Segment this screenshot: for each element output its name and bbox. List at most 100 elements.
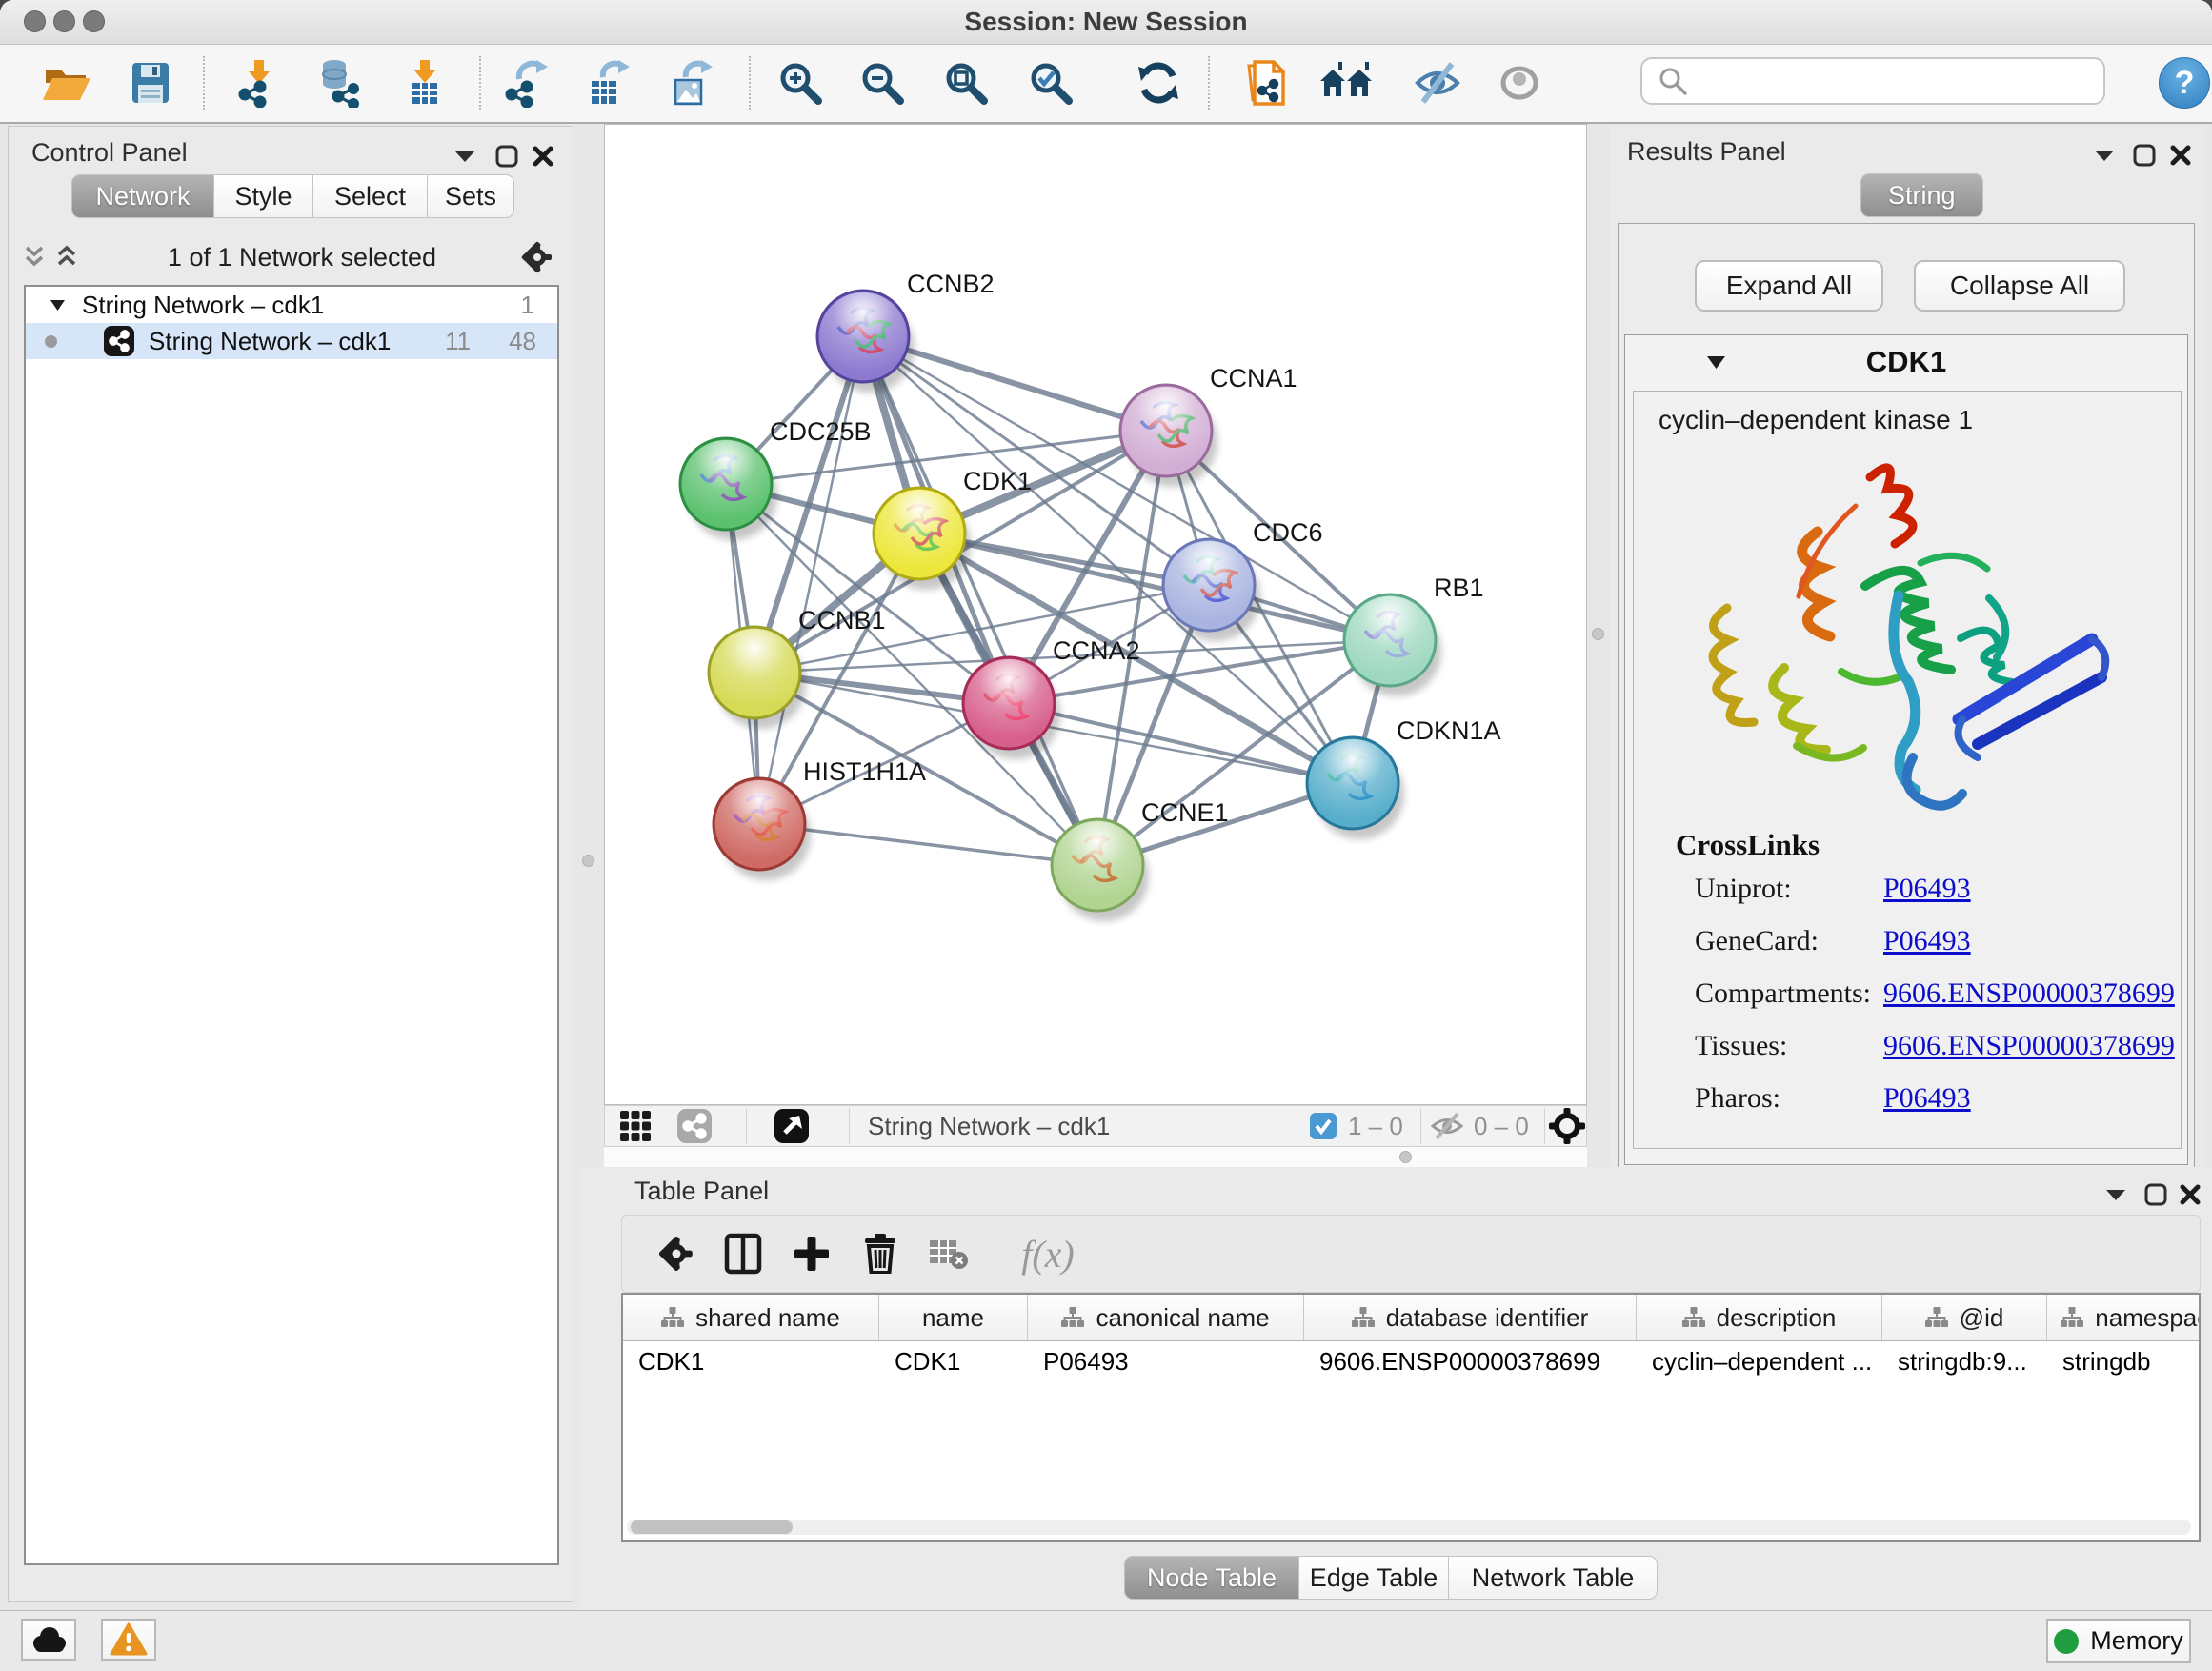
control-panel-float-button[interactable] bbox=[491, 140, 523, 172]
network-node-RB1[interactable]: RB1 bbox=[1344, 574, 1484, 696]
column-header-canonical-name[interactable]: canonical name bbox=[1028, 1295, 1304, 1340]
hidden-indicator[interactable] bbox=[1426, 1110, 1468, 1142]
column-header-description[interactable]: description bbox=[1637, 1295, 1882, 1340]
table-cell[interactable]: CDK1 bbox=[879, 1341, 1028, 1381]
network-collection-row[interactable]: String Network – cdk1 1 bbox=[26, 287, 557, 323]
table-cell[interactable]: cyclin–dependent ... bbox=[1637, 1341, 1882, 1381]
network-canvas[interactable]: CCNB2CCNA1CDC25BCDK1CDC6RB1CCNB1CCNA2CDK… bbox=[604, 124, 1587, 1105]
create-column-button[interactable] bbox=[782, 1224, 841, 1283]
column-header-namespace[interactable]: namespace bbox=[2047, 1295, 2201, 1340]
vertical-splitter-grip[interactable] bbox=[1592, 628, 1604, 640]
network-options-button[interactable] bbox=[521, 241, 553, 273]
crosslink-link[interactable]: 9606.ENSP00000378699 bbox=[1883, 1030, 2175, 1062]
table-panel-close-button[interactable] bbox=[2174, 1178, 2206, 1211]
show-columns-button[interactable] bbox=[714, 1224, 773, 1283]
table-horizontal-scrollbar[interactable] bbox=[627, 1520, 2191, 1535]
tab-edge-table[interactable]: Edge Table bbox=[1298, 1556, 1449, 1600]
search-input[interactable] bbox=[1692, 66, 2103, 97]
control-panel-close-button[interactable] bbox=[527, 140, 559, 172]
network-node-CDK1[interactable]: CDK1 bbox=[874, 467, 1032, 590]
column-header-database-identifier[interactable]: database identifier bbox=[1304, 1295, 1637, 1340]
warnings-button[interactable] bbox=[101, 1619, 156, 1661]
crosslink-link[interactable]: 9606.ENSP00000378699 bbox=[1883, 977, 2175, 1010]
zoom-in-button[interactable] bbox=[770, 52, 831, 113]
tab-select[interactable]: Select bbox=[312, 174, 428, 218]
horizontal-splitter[interactable] bbox=[604, 1147, 1587, 1167]
column-header--id[interactable]: @id bbox=[1882, 1295, 2047, 1340]
results-panel-menu-button[interactable] bbox=[2088, 139, 2121, 171]
collapse-all-button[interactable]: Collapse All bbox=[1914, 260, 2125, 312]
zoom-fit-button[interactable] bbox=[935, 52, 996, 113]
crosslink-link[interactable]: P06493 bbox=[1883, 925, 1971, 957]
horizontal-splitter-grip[interactable] bbox=[1399, 1151, 1412, 1163]
tree-expand-icon[interactable] bbox=[50, 300, 65, 311]
import-table-file-button[interactable] bbox=[394, 52, 455, 113]
table-cell[interactable]: stringdb bbox=[2047, 1341, 2201, 1381]
zoom-selected-button[interactable] bbox=[1020, 52, 1081, 113]
export-image-button[interactable] bbox=[659, 52, 720, 113]
tab-style[interactable]: Style bbox=[213, 174, 313, 218]
new-network-from-selection-button[interactable] bbox=[1234, 52, 1295, 113]
hide-selection-button[interactable] bbox=[1407, 52, 1468, 113]
detach-view-button[interactable] bbox=[767, 1108, 816, 1144]
save-session-button[interactable] bbox=[120, 52, 181, 113]
zoom-out-button[interactable] bbox=[852, 52, 913, 113]
collapse-all-networks-button[interactable] bbox=[18, 241, 50, 273]
network-row-selected[interactable]: String Network – cdk1 11 48 bbox=[26, 323, 557, 359]
table-panel-menu-button[interactable] bbox=[2100, 1178, 2132, 1211]
expand-all-networks-button[interactable] bbox=[50, 241, 83, 273]
vertical-splitter-grip[interactable] bbox=[582, 855, 594, 867]
crosslink-link[interactable]: P06493 bbox=[1883, 1082, 1971, 1115]
help-button[interactable]: ? bbox=[2159, 57, 2210, 109]
results-panel-tab-string[interactable]: String bbox=[1860, 173, 1983, 217]
delete-table-button-disabled[interactable] bbox=[919, 1224, 978, 1283]
scrollbar-thumb[interactable] bbox=[631, 1520, 793, 1534]
birdseye-toggle-button[interactable] bbox=[1546, 1108, 1588, 1144]
tab-sets[interactable]: Sets bbox=[427, 174, 514, 218]
show-all-button[interactable] bbox=[1489, 52, 1550, 113]
expand-all-button[interactable]: Expand All bbox=[1695, 260, 1883, 312]
network-node-CDKN1A[interactable]: CDKN1A bbox=[1307, 716, 1501, 839]
tab-network[interactable]: Network bbox=[71, 174, 214, 218]
memory-button[interactable]: Memory bbox=[2046, 1619, 2191, 1663]
table-panel-float-button[interactable] bbox=[2140, 1178, 2172, 1211]
import-network-file-button[interactable] bbox=[228, 52, 289, 113]
refresh-view-button[interactable] bbox=[1128, 52, 1189, 113]
home-networks-button[interactable] bbox=[1316, 52, 1377, 113]
results-panel-float-button[interactable] bbox=[2128, 139, 2161, 171]
selected-indicator-checkbox[interactable] bbox=[1306, 1110, 1340, 1142]
export-table-button[interactable] bbox=[576, 52, 637, 113]
toolbar-search-box bbox=[1640, 57, 2105, 105]
function-builder-button-disabled[interactable]: f(x) bbox=[995, 1224, 1100, 1283]
column-header-shared-name[interactable]: shared name bbox=[623, 1295, 879, 1340]
network-edge[interactable] bbox=[759, 336, 863, 824]
export-network-button[interactable] bbox=[494, 52, 555, 113]
network-node-HIST1H1A[interactable]: HIST1H1A bbox=[714, 757, 926, 880]
network-node-CDC6[interactable]: CDC6 bbox=[1163, 518, 1323, 641]
control-panel-menu-button[interactable] bbox=[449, 140, 481, 172]
column-header-name[interactable]: name bbox=[879, 1295, 1028, 1340]
network-node-CCNB2[interactable]: CCNB2 bbox=[817, 270, 995, 393]
network-overview-button[interactable] bbox=[670, 1108, 719, 1144]
network-edge[interactable] bbox=[863, 336, 1390, 640]
cloud-status-button[interactable] bbox=[21, 1619, 76, 1661]
delete-column-button[interactable] bbox=[851, 1224, 910, 1283]
grid-view-button[interactable] bbox=[611, 1108, 660, 1144]
table-cell[interactable]: stringdb:9... bbox=[1882, 1341, 2047, 1381]
network-edge[interactable] bbox=[1009, 703, 1353, 783]
table-cell[interactable]: CDK1 bbox=[623, 1341, 879, 1381]
network-graph[interactable]: CCNB2CCNA1CDC25BCDK1CDC6RB1CCNB1CCNA2CDK… bbox=[605, 125, 1586, 1104]
table-row[interactable]: CDK1CDK1P064939606.ENSP00000378699cyclin… bbox=[623, 1341, 2199, 1381]
network-node-CCNA1[interactable]: CCNA1 bbox=[1120, 364, 1297, 487]
table-cell[interactable]: 9606.ENSP00000378699 bbox=[1304, 1341, 1637, 1381]
import-network-database-button[interactable] bbox=[308, 52, 369, 113]
crosslink-link[interactable]: P06493 bbox=[1883, 873, 1971, 905]
network-node-CCNE1[interactable]: CCNE1 bbox=[1052, 798, 1229, 921]
results-panel-close-button[interactable] bbox=[2164, 139, 2197, 171]
tab-network-table[interactable]: Network Table bbox=[1448, 1556, 1658, 1600]
open-session-button[interactable] bbox=[36, 52, 97, 113]
table-cell[interactable]: P06493 bbox=[1028, 1341, 1304, 1381]
table-options-button[interactable] bbox=[647, 1224, 706, 1283]
tab-node-table[interactable]: Node Table bbox=[1124, 1556, 1299, 1600]
node-label: CCNB2 bbox=[907, 270, 995, 298]
